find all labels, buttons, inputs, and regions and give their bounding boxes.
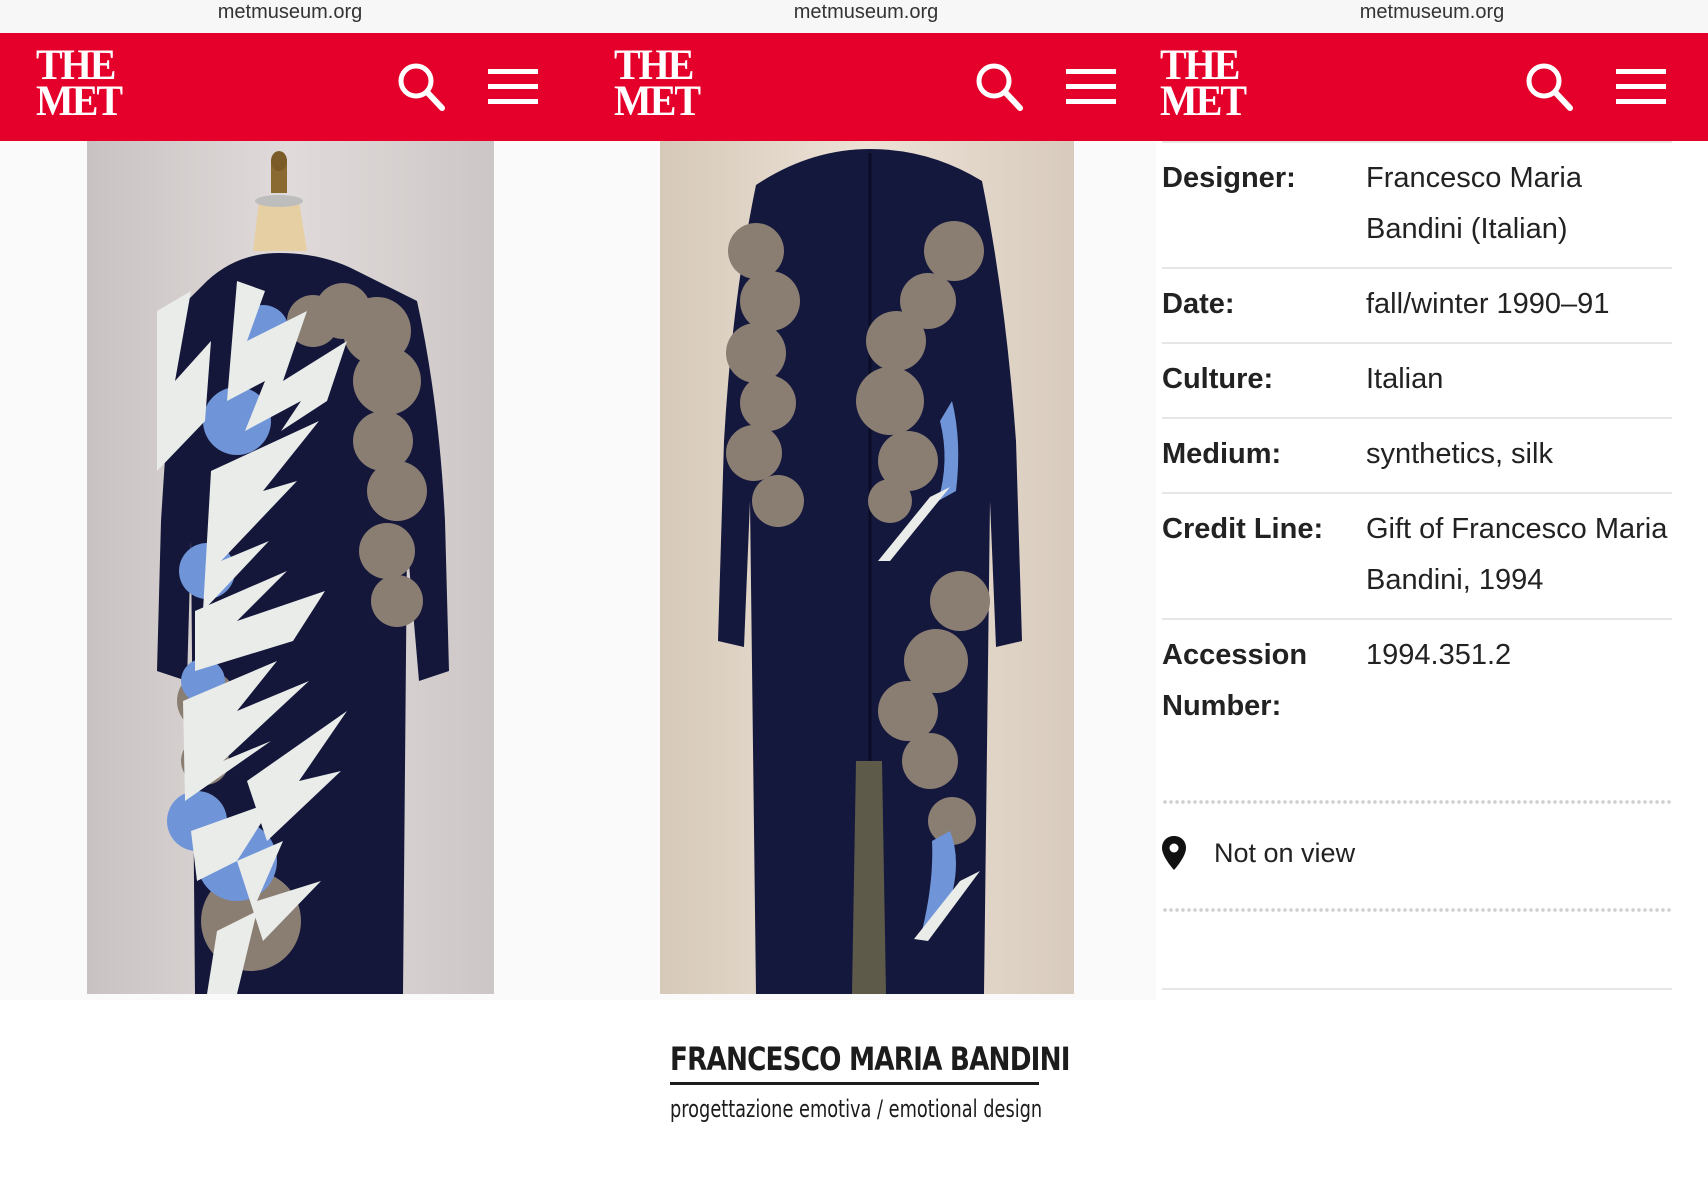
hamburger-menu-icon[interactable] [488, 67, 538, 107]
dotted-divider [1162, 906, 1672, 914]
section-divider [1162, 988, 1672, 990]
hamburger-menu-icon[interactable] [1616, 67, 1666, 107]
met-logo[interactable]: THE MET [614, 43, 701, 125]
detail-row-date: Date: fall/winter 1990–91 [1162, 269, 1672, 344]
dress-front-image[interactable] [87, 141, 494, 994]
detail-row-designer: Designer: Francesco Maria Bandini (Itali… [1162, 141, 1672, 269]
logo-line-2: MET [1160, 76, 1247, 125]
screenshot-front-view: metmuseum.org THE MET [0, 0, 580, 1000]
browser-url-bar[interactable]: metmuseum.org [576, 0, 1156, 33]
screenshot-details: metmuseum.org THE MET Designer: Francesc… [1156, 0, 1708, 1000]
caption-block: FRANCESCO MARIA BANDINI progettazione em… [670, 1040, 1071, 1123]
met-logo[interactable]: THE MET [1160, 43, 1247, 125]
met-header: THE MET [576, 33, 1156, 141]
detail-label: Date: [1162, 288, 1235, 320]
hamburger-menu-icon[interactable] [1066, 67, 1116, 107]
browser-url-bar[interactable]: metmuseum.org [0, 0, 580, 33]
search-icon[interactable] [974, 61, 1024, 113]
detail-label: Designer: [1162, 162, 1296, 194]
url-text: metmuseum.org [793, 1, 939, 23]
detail-value: Italian [1366, 363, 1444, 395]
dress-back-image[interactable] [660, 141, 1074, 994]
detail-label: Credit Line: [1162, 513, 1324, 545]
logo-line-2: MET [614, 76, 701, 125]
detail-value: fall/winter 1990–91 [1366, 288, 1610, 320]
detail-value: synthetics, silk [1366, 438, 1553, 470]
met-header: THE MET [1156, 33, 1708, 141]
met-logo[interactable]: THE MET [36, 43, 123, 125]
search-icon[interactable] [396, 61, 446, 113]
detail-row-culture: Culture: Italian [1162, 344, 1672, 419]
detail-row-medium: Medium: synthetics, silk [1162, 419, 1672, 494]
search-icon[interactable] [1524, 61, 1574, 113]
location-status: Not on view [1162, 836, 1355, 870]
url-text: metmuseum.org [1359, 1, 1505, 23]
location-status-text: Not on view [1214, 837, 1356, 868]
dotted-divider [1162, 798, 1672, 806]
caption-title: FRANCESCO MARIA BANDINI [670, 1040, 1071, 1085]
met-header: THE MET [0, 33, 580, 141]
detail-value: Gift of Francesco Maria Bandini, 1994 [1366, 513, 1668, 596]
logo-line-2: MET [36, 76, 123, 125]
object-details-table: Designer: Francesco Maria Bandini (Itali… [1162, 141, 1672, 744]
browser-url-bar[interactable]: metmuseum.org [1156, 0, 1708, 33]
detail-label: Accession Number: [1162, 639, 1308, 722]
caption-subtitle: progettazione emotiva / emotional design [670, 1095, 1043, 1123]
detail-value[interactable]: Francesco Maria Bandini (Italian) [1366, 153, 1672, 255]
detail-label: Culture: [1162, 363, 1274, 395]
detail-value: 1994.351.2 [1366, 639, 1512, 671]
map-pin-icon [1162, 836, 1186, 870]
detail-row-accession-number: Accession Number: 1994.351.2 [1162, 620, 1672, 744]
detail-label: Medium: [1162, 438, 1282, 470]
screenshot-back-view: metmuseum.org THE MET [576, 0, 1156, 1000]
detail-row-credit-line: Credit Line: Gift of Francesco Maria Ban… [1162, 494, 1672, 620]
url-text: metmuseum.org [217, 1, 363, 23]
